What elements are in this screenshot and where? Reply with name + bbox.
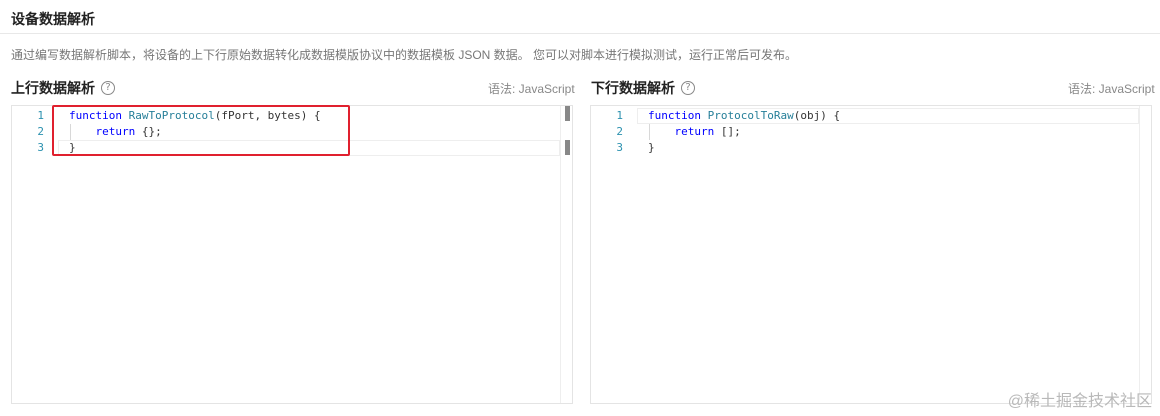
downlink-scrollbar[interactable]: [1139, 106, 1151, 403]
divider: [0, 33, 1160, 34]
downlink-gutter: 1 2 3: [591, 106, 637, 403]
section-description: 通过编写数据解析脚本，将设备的上下行原始数据转化成数据模版协议中的数据模板 JS…: [11, 48, 798, 62]
code-line-1: function ProtocolToRaw(obj) {: [648, 109, 841, 122]
downlink-help-icon[interactable]: ?: [681, 81, 695, 95]
device-data-parsing-page: 设备数据解析 通过编写数据解析脚本，将设备的上下行原始数据转化成数据模版协议中的…: [0, 0, 1160, 416]
current-line-highlight: [58, 140, 560, 156]
line-number: 2: [37, 125, 44, 138]
downlink-code-editor[interactable]: 1 2 3 function ProtocolToRaw(obj) { retu…: [590, 105, 1152, 404]
line-number: 2: [616, 125, 623, 138]
uplink-syntax-label: 语法: JavaScript: [488, 82, 575, 96]
code-line-3: }: [648, 141, 655, 154]
watermark: @稀土掘金技术社区: [1007, 393, 1152, 410]
uplink-title: 上行数据解析: [11, 80, 95, 96]
code-line-3: }: [69, 141, 76, 154]
line-number: 1: [616, 109, 623, 122]
line-number: 3: [37, 141, 44, 154]
uplink-code-editor[interactable]: 1 2 3 function RawToProtocol(fPort, byte…: [11, 105, 573, 404]
code-line-2: return {};: [95, 125, 162, 138]
code-line-2: return [];: [674, 125, 741, 138]
line-number: 3: [616, 141, 623, 154]
scrollbar-marker: [565, 140, 570, 155]
line-number: 1: [37, 109, 44, 122]
uplink-scrollbar[interactable]: [560, 106, 572, 403]
downlink-syntax-label: 语法: JavaScript: [1068, 82, 1155, 96]
downlink-title: 下行数据解析: [591, 80, 675, 96]
uplink-gutter: 1 2 3: [12, 106, 58, 403]
scrollbar-marker: [565, 106, 570, 121]
uplink-help-icon[interactable]: ?: [101, 81, 115, 95]
code-line-1: function RawToProtocol(fPort, bytes) {: [69, 109, 321, 122]
uplink-header: 上行数据解析 ?: [11, 78, 115, 98]
section-title: 设备数据解析: [11, 11, 95, 27]
downlink-header: 下行数据解析 ?: [591, 78, 695, 98]
